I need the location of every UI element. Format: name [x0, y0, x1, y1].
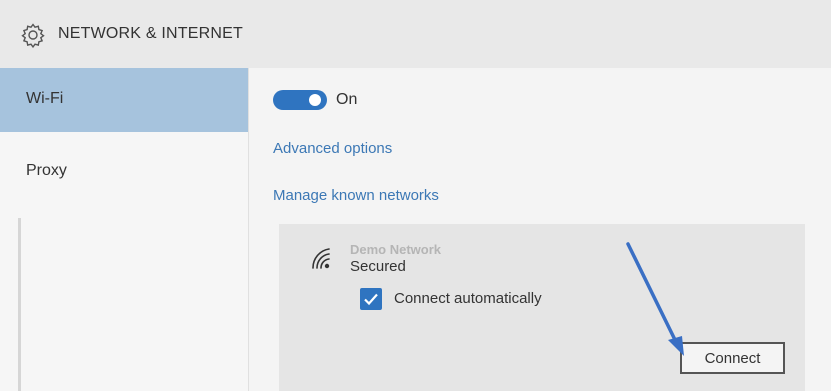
- connect-button[interactable]: Connect: [680, 342, 785, 374]
- toggle-knob: [309, 94, 321, 106]
- wifi-toggle-label: On: [336, 91, 358, 108]
- connect-automatically-checkbox[interactable]: [360, 288, 382, 310]
- sidebar-item-proxy[interactable]: Proxy: [0, 132, 248, 196]
- main-content: On Advanced options Manage known network…: [249, 68, 831, 391]
- wifi-signal-icon: [312, 248, 330, 269]
- network-name: Demo Network: [350, 242, 442, 257]
- network-status: Secured: [350, 258, 406, 275]
- sidebar-item-label: Wi-Fi: [26, 90, 64, 107]
- sidebar-item-label: Proxy: [26, 162, 67, 179]
- page-title: NETWORK & INTERNET: [58, 25, 243, 42]
- title-bar: NETWORK & INTERNET: [0, 0, 831, 68]
- manage-known-networks-link[interactable]: Manage known networks: [273, 187, 439, 204]
- wifi-toggle[interactable]: [273, 90, 327, 110]
- sidebar-divider: [18, 218, 21, 391]
- gear-icon: [21, 23, 45, 48]
- checkmark-icon: [364, 293, 378, 306]
- sidebar: Wi-Fi Proxy: [0, 68, 249, 391]
- network-card[interactable]: Demo Network Secured Connect automatical…: [279, 224, 805, 391]
- sidebar-item-wifi[interactable]: Wi-Fi: [0, 68, 248, 132]
- advanced-options-link[interactable]: Advanced options: [273, 140, 392, 157]
- connect-automatically-label: Connect automatically: [394, 290, 542, 307]
